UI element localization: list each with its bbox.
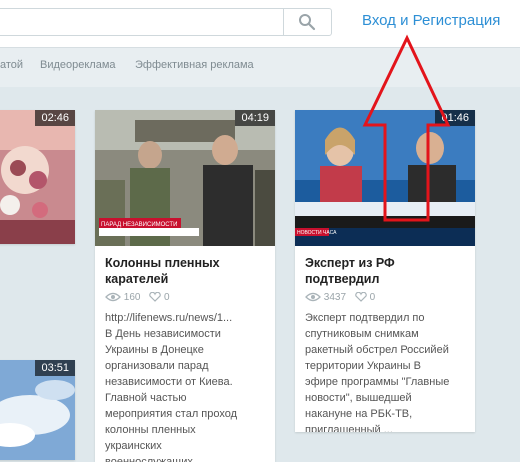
annotation-arrow bbox=[362, 34, 451, 222]
